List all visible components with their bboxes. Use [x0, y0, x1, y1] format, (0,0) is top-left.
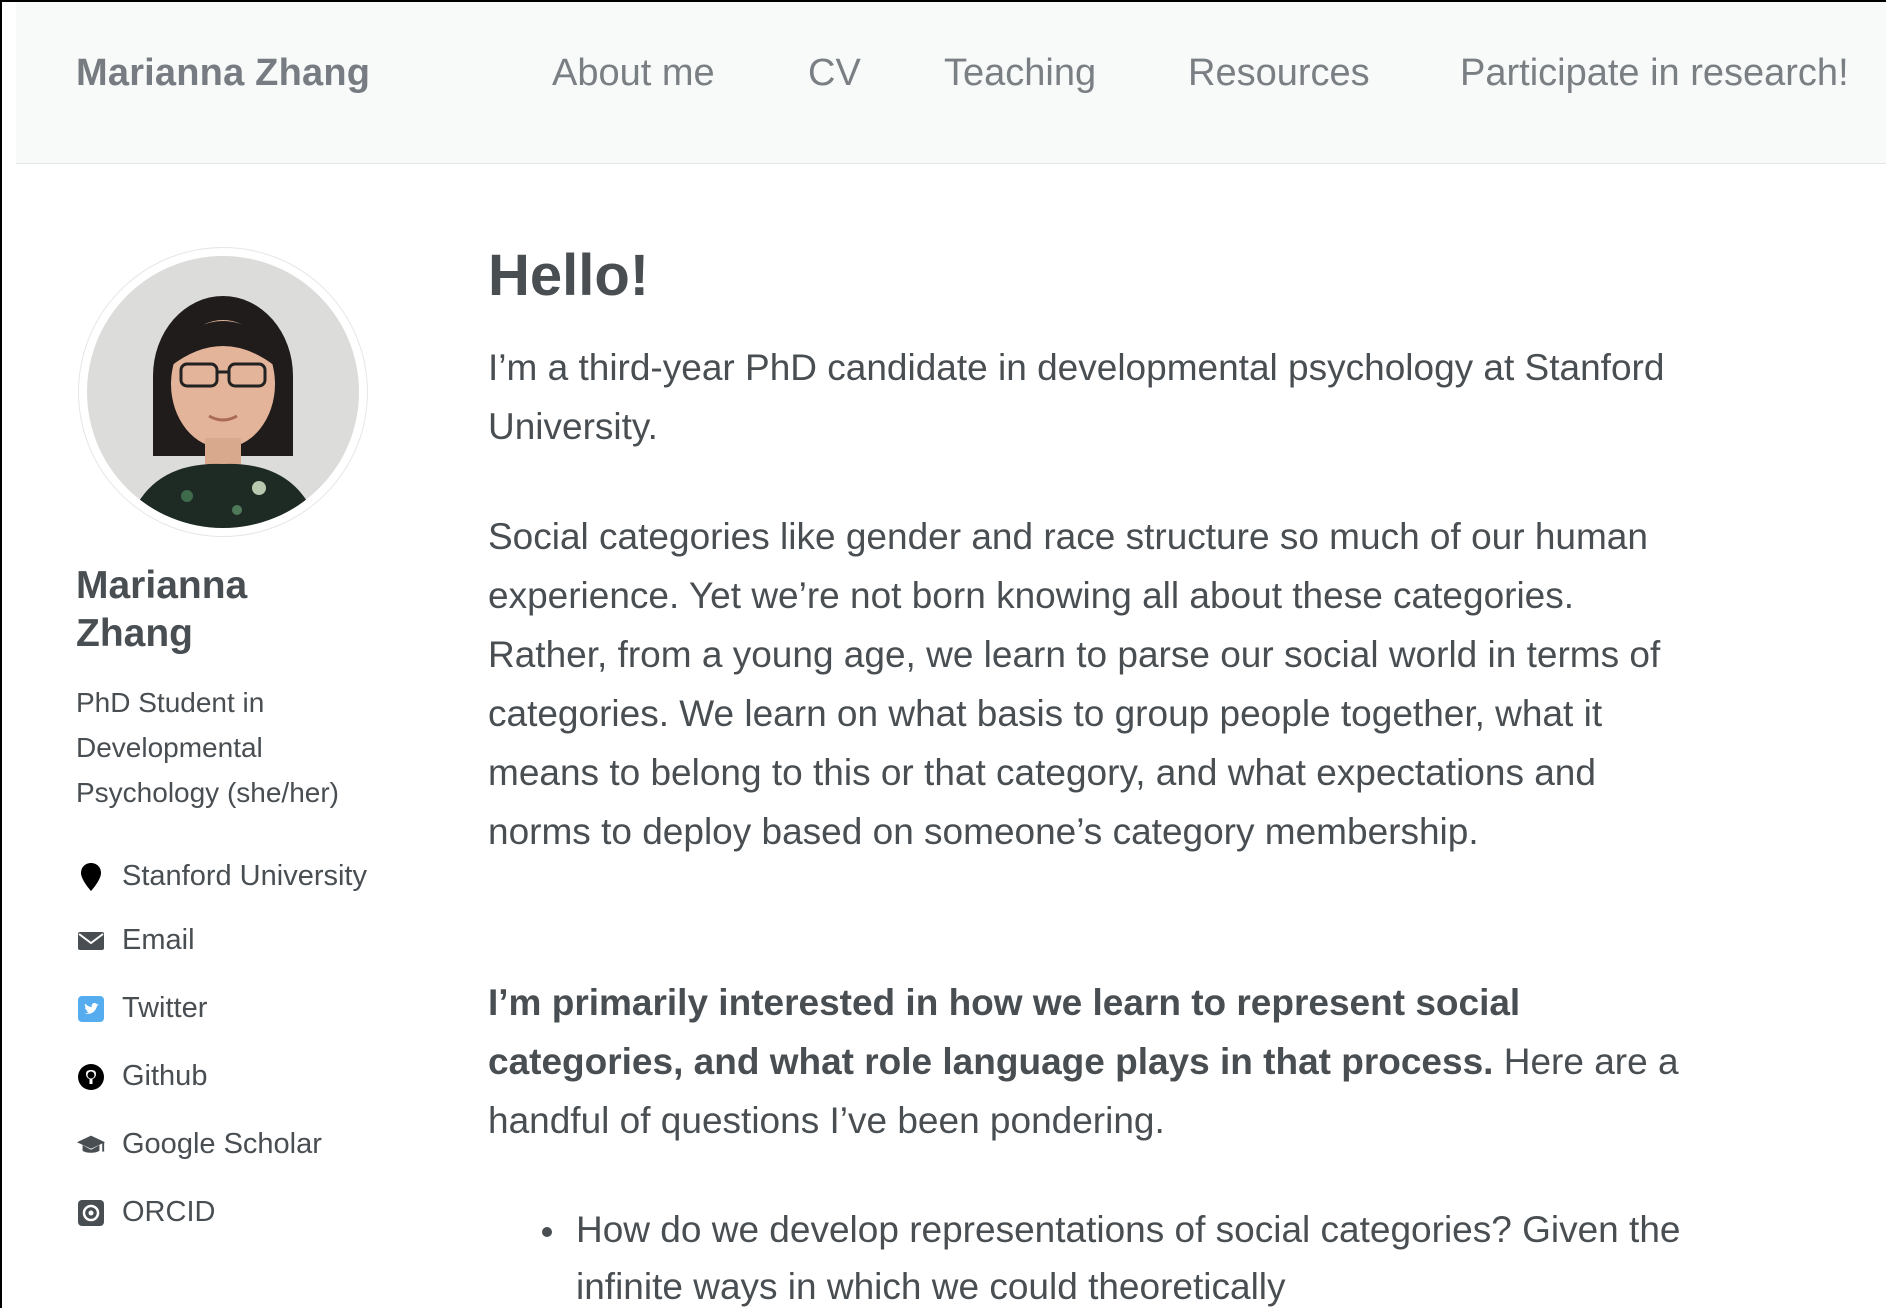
link-label: Stanford University [122, 860, 367, 892]
page-title: Hello! [488, 243, 650, 308]
profile-photo [87, 256, 359, 528]
map-marker-icon [76, 862, 106, 892]
bullet-icon [542, 1227, 552, 1237]
research-interest-bold: I’m primarily interested in how we learn… [488, 982, 1521, 1082]
link-label: Github [122, 1060, 208, 1092]
link-label: Google Scholar [122, 1128, 322, 1160]
link-label: Twitter [122, 992, 208, 1024]
browser-viewport: Marianna Zhang About me CV Teaching Reso… [0, 0, 1886, 1308]
link-stanford[interactable]: Stanford University [76, 860, 367, 893]
nav-cv[interactable]: CV [808, 52, 861, 95]
link-twitter[interactable]: Twitter [76, 992, 207, 1025]
list-item: How do we develop representations of soc… [542, 1201, 1722, 1308]
link-google-scholar[interactable]: Google Scholar [76, 1128, 322, 1161]
link-email[interactable]: Email [76, 924, 195, 957]
nav-participate[interactable]: Participate in research! [1460, 52, 1849, 95]
intro-paragraph: I’m a third-year PhD candidate in develo… [488, 347, 1665, 447]
link-label: Email [122, 924, 195, 956]
nav-about-me[interactable]: About me [552, 52, 715, 95]
site-title-link[interactable]: Marianna Zhang [76, 52, 370, 95]
questions-list: How do we develop representations of soc… [542, 1201, 1722, 1308]
link-label: ORCID [122, 1196, 216, 1228]
author-bio: PhD Student in Developmental Psychology … [76, 687, 340, 808]
nav-resources[interactable]: Resources [1188, 52, 1370, 95]
graduation-cap-icon [76, 1130, 106, 1160]
envelope-icon [76, 926, 106, 956]
masthead: Marianna Zhang About me CV Teaching Reso… [16, 2, 1886, 164]
link-github[interactable]: Github [76, 1060, 207, 1093]
github-icon [76, 1062, 106, 1092]
orcid-icon [76, 1198, 106, 1228]
portrait-image [87, 256, 359, 528]
nav-teaching[interactable]: Teaching [944, 52, 1096, 95]
question-text: How do we develop representations of soc… [576, 1209, 1681, 1307]
avatar [78, 247, 368, 537]
twitter-icon [76, 994, 106, 1024]
research-interest-paragraph: I’m primarily interested in how we learn… [488, 973, 1688, 1150]
social-categories-paragraph: Social categories like gender and race s… [488, 516, 1661, 852]
author-name: Marianna Zhang [76, 564, 248, 655]
link-orcid[interactable]: ORCID [76, 1196, 215, 1229]
